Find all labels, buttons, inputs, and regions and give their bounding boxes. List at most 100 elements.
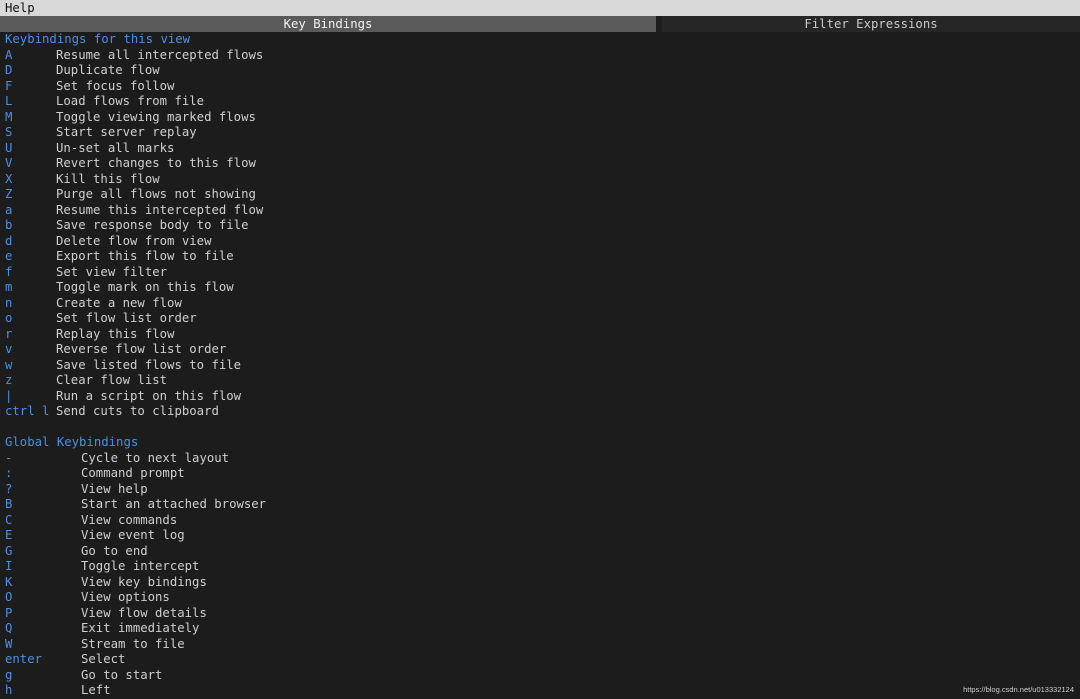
keybinding-description: Save response body to file	[56, 218, 249, 232]
keybinding-key: ?	[5, 481, 13, 496]
keybinding-description: View help	[81, 481, 148, 496]
keybinding-key: o	[5, 311, 13, 325]
tab-bar: Key Bindings Filter Expressions	[0, 16, 1080, 32]
keybinding-description: Set focus follow	[56, 78, 175, 93]
keybinding-row[interactable]: b Save response body to file	[5, 218, 1075, 234]
keybinding-key: r	[5, 326, 13, 341]
keybinding-key: h	[5, 683, 13, 697]
keybinding-row[interactable]: X Kill this flow	[5, 172, 1075, 188]
keybinding-description: Stream to file	[81, 636, 185, 651]
keybinding-row[interactable]: w Save listed flows to file	[5, 358, 1075, 374]
keybinding-description: Create a new flow	[56, 295, 182, 310]
keybinding-description: Toggle viewing marked flows	[56, 109, 256, 124]
keybinding-key: :	[5, 466, 13, 480]
help-content: Keybindings for this view A Resume all in…	[5, 32, 1075, 699]
keybinding-row[interactable]: v Reverse flow list order	[5, 342, 1075, 358]
keybinding-row[interactable]: Z Purge all flows not showing	[5, 187, 1075, 203]
keybinding-description: Start an attached browser	[81, 497, 267, 511]
keybinding-key: z	[5, 373, 13, 387]
keybinding-row[interactable]: G Go to end	[5, 544, 1075, 560]
keybinding-row[interactable]: O View options	[5, 590, 1075, 606]
keybinding-description: Select	[81, 652, 126, 666]
keybinding-description: Exit immediately	[81, 621, 200, 635]
keybinding-row[interactable]: g Go to start	[5, 668, 1075, 684]
keybinding-description: Resume all intercepted flows	[56, 47, 264, 62]
keybinding-description: Set view filter	[56, 264, 168, 279]
keybinding-row[interactable]: e Export this flow to file	[5, 249, 1075, 265]
keybinding-row[interactable]: F Set focus follow	[5, 79, 1075, 95]
keybinding-key: a	[5, 202, 13, 217]
keybinding-key: n	[5, 295, 13, 310]
keybinding-row[interactable]: ? View help	[5, 482, 1075, 498]
keybinding-row[interactable]: P View flow details	[5, 606, 1075, 622]
keybinding-key: O	[5, 590, 13, 604]
keybinding-description: Load flows from file	[56, 94, 205, 108]
keybinding-key: M	[5, 109, 13, 124]
keybinding-description: Save listed flows to file	[56, 357, 242, 372]
keybinding-key: B	[5, 497, 13, 511]
keybinding-row[interactable]: Q Exit immediately	[5, 621, 1075, 637]
keybinding-key: E	[5, 528, 13, 542]
keybinding-description: Start server replay	[56, 125, 197, 139]
keybinding-key: F	[5, 78, 13, 93]
keybinding-row[interactable]: : Command prompt	[5, 466, 1075, 482]
keybinding-row[interactable]: I Toggle intercept	[5, 559, 1075, 575]
keybinding-row[interactable]: r Replay this flow	[5, 327, 1075, 343]
keybinding-row[interactable]: E View event log	[5, 528, 1075, 544]
keybinding-description: Go to start	[81, 667, 163, 682]
keybinding-key: X	[5, 171, 13, 186]
keybinding-description: Resume this intercepted flow	[56, 202, 264, 217]
keybinding-key: I	[5, 559, 13, 573]
keybinding-description: Export this flow to file	[56, 249, 234, 263]
keybinding-description: Go to end	[81, 543, 148, 558]
keybinding-description: View commands	[81, 512, 178, 527]
keybinding-row[interactable]: o Set flow list order	[5, 311, 1075, 327]
keybinding-key: ctrl l	[5, 404, 50, 418]
keybinding-row[interactable]: enter Select	[5, 652, 1075, 668]
keybinding-row[interactable]: L Load flows from file	[5, 94, 1075, 110]
keybinding-row[interactable]: D Duplicate flow	[5, 63, 1075, 79]
keybinding-row[interactable]: n Create a new flow	[5, 296, 1075, 312]
keybinding-key: -	[5, 450, 13, 465]
keybinding-description: Un-set all marks	[56, 140, 175, 155]
keybinding-row[interactable]: S Start server replay	[5, 125, 1075, 141]
keybinding-key: A	[5, 47, 13, 62]
keybinding-row[interactable]: B Start an attached browser	[5, 497, 1075, 513]
keybinding-key: C	[5, 512, 13, 527]
keybinding-row[interactable]: ctrl l Send cuts to clipboard	[5, 404, 1075, 420]
global-keybindings-list: - Cycle to next layout: Command prompt? Vie…	[5, 451, 1075, 699]
keybinding-row[interactable]: - Cycle to next layout	[5, 451, 1075, 467]
keybinding-row[interactable]: z Clear flow list	[5, 373, 1075, 389]
keybinding-description: Purge all flows not showing	[56, 187, 256, 201]
keybinding-row[interactable]: A Resume all intercepted flows	[5, 48, 1075, 64]
tab-key-bindings[interactable]: Key Bindings	[0, 16, 656, 32]
keybinding-row[interactable]: V Revert changes to this flow	[5, 156, 1075, 172]
keybinding-description: Toggle intercept	[81, 559, 200, 573]
keybinding-row[interactable]: a Resume this intercepted flow	[5, 203, 1075, 219]
keybinding-description: View key bindings	[81, 574, 207, 589]
keybinding-row[interactable]: m Toggle mark on this flow	[5, 280, 1075, 296]
keybinding-description: Duplicate flow	[56, 63, 160, 77]
keybinding-description: Kill this flow	[56, 171, 160, 186]
keybinding-row[interactable]: d Delete flow from view	[5, 234, 1075, 250]
keybinding-row[interactable]: | Run a script on this flow	[5, 389, 1075, 405]
keybinding-description: Cycle to next layout	[81, 450, 230, 465]
keybinding-key: m	[5, 280, 13, 294]
keybinding-row[interactable]: h Left	[5, 683, 1075, 699]
keybinding-row[interactable]: W Stream to file	[5, 637, 1075, 653]
keybinding-row[interactable]: f Set view filter	[5, 265, 1075, 281]
keybinding-description: View event log	[81, 528, 185, 542]
view-keybindings-heading: Keybindings for this view	[5, 32, 191, 46]
keybinding-row[interactable]: C View commands	[5, 513, 1075, 529]
keybinding-key: d	[5, 233, 13, 248]
tab-filter-expressions[interactable]: Filter Expressions	[662, 16, 1080, 32]
keybinding-description: Command prompt	[81, 466, 185, 480]
keybinding-key: enter	[5, 652, 43, 666]
keybinding-row[interactable]: K View key bindings	[5, 575, 1075, 591]
keybinding-description: Set flow list order	[56, 311, 197, 325]
keybinding-row[interactable]: M Toggle viewing marked flows	[5, 110, 1075, 126]
keybinding-key: |	[5, 388, 13, 403]
keybinding-description: View options	[81, 590, 170, 604]
keybinding-row[interactable]: U Un-set all marks	[5, 141, 1075, 157]
